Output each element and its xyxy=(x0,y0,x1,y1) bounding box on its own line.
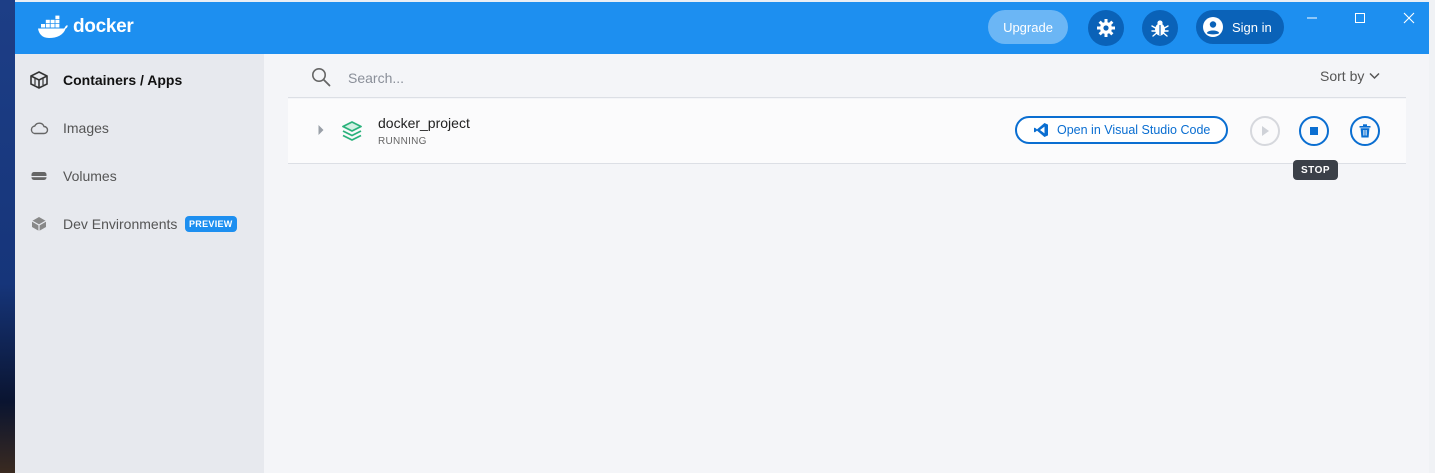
sidebar-item-dev-environments[interactable]: Dev Environments PREVIEW xyxy=(15,206,264,242)
close-icon xyxy=(1403,12,1415,24)
stop-button[interactable] xyxy=(1299,116,1329,146)
container-name: docker_project xyxy=(378,115,470,131)
sidebar-item-label: Volumes xyxy=(63,168,117,184)
stop-icon xyxy=(1310,127,1318,135)
sidebar-item-containers[interactable]: Containers / Apps xyxy=(15,62,264,98)
desktop-edge-right xyxy=(1429,0,1435,473)
dev-env-icon xyxy=(31,217,47,231)
container-icon xyxy=(30,71,48,89)
sidebar-item-label: Containers / Apps xyxy=(63,72,183,88)
vscode-icon xyxy=(1034,123,1048,137)
desktop-background xyxy=(0,0,15,473)
search-input[interactable] xyxy=(346,66,950,90)
upgrade-button[interactable]: Upgrade xyxy=(988,10,1068,44)
sidebar-item-volumes[interactable]: Volumes xyxy=(15,158,264,194)
whale-icon xyxy=(38,15,68,38)
list-divider xyxy=(288,97,1406,98)
sidebar-item-label: Dev Environments xyxy=(63,216,178,232)
open-in-vscode-button[interactable]: Open in Visual Studio Code xyxy=(1015,116,1228,144)
settings-button[interactable] xyxy=(1088,10,1124,46)
sign-in-button[interactable]: Sign in xyxy=(1196,10,1284,44)
maximize-icon xyxy=(1355,13,1365,23)
docker-desktop-window: docker Upgrade Sign in Containers / Apps… xyxy=(15,2,1429,473)
sort-by-dropdown[interactable]: Sort by xyxy=(1320,68,1380,84)
trash-icon xyxy=(1359,124,1371,138)
brand-name: docker xyxy=(73,16,134,37)
close-button[interactable] xyxy=(1397,8,1421,28)
stop-tooltip: STOP xyxy=(1293,160,1338,180)
expand-caret-icon[interactable] xyxy=(317,124,325,136)
bug-icon xyxy=(1151,20,1169,37)
main-panel: Sort by docker_project RUNNING xyxy=(264,54,1429,473)
sidebar-item-images[interactable]: Images xyxy=(15,110,264,146)
title-bar: docker Upgrade Sign in xyxy=(15,2,1429,54)
sort-by-label: Sort by xyxy=(1320,68,1365,84)
gear-icon xyxy=(1097,19,1115,37)
maximize-button[interactable] xyxy=(1348,8,1372,28)
start-button[interactable] xyxy=(1250,116,1280,146)
delete-button[interactable] xyxy=(1350,116,1380,146)
play-icon xyxy=(1262,126,1269,136)
sidebar: Containers / Apps Images Volumes Dev Env… xyxy=(15,54,264,473)
app-stack-icon xyxy=(342,121,362,141)
preview-badge: PREVIEW xyxy=(185,216,237,232)
sidebar-item-label: Images xyxy=(63,120,109,136)
open-in-vscode-label: Open in Visual Studio Code xyxy=(1057,123,1211,137)
user-icon xyxy=(1203,17,1223,37)
search-icon xyxy=(312,68,331,87)
minimize-button[interactable] xyxy=(1300,8,1324,28)
container-status: RUNNING xyxy=(378,136,427,147)
cloud-icon xyxy=(30,122,49,135)
table-row[interactable]: docker_project RUNNING Open in Visual St… xyxy=(288,99,1406,164)
chevron-down-icon xyxy=(1369,72,1380,80)
sign-in-label: Sign in xyxy=(1232,19,1272,35)
docker-logo: docker xyxy=(37,15,134,39)
minimize-icon xyxy=(1307,17,1317,19)
volume-icon xyxy=(31,172,47,180)
troubleshoot-button[interactable] xyxy=(1142,10,1178,46)
